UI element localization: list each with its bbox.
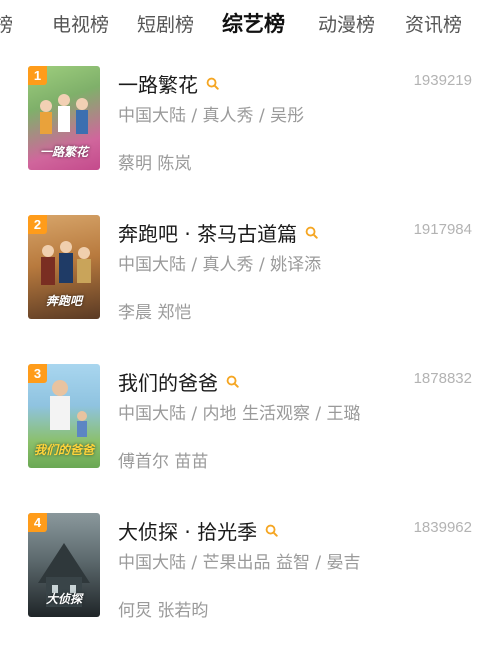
tab-partial[interactable]: 榜	[0, 10, 13, 37]
rank-badge: 4	[28, 513, 47, 532]
category-tabs: 榜 电视榜 短剧榜 综艺榜 动漫榜 资讯榜	[0, 0, 500, 44]
show-title-text: 我们的爸爸	[118, 371, 218, 395]
poster-title: 我们的爸爸	[33, 443, 94, 457]
show-title[interactable]: 奔跑吧 · 茶马古道篇	[118, 218, 318, 247]
tab-tv[interactable]: 电视榜	[52, 10, 109, 37]
rank-badge: 2	[28, 215, 47, 234]
search-icon[interactable]	[206, 77, 219, 90]
tab-news[interactable]: 资讯榜	[405, 10, 462, 37]
poster-image[interactable]: 2 奔跑吧	[28, 215, 100, 319]
poster-image[interactable]: 3 我们的爸爸	[28, 364, 100, 468]
search-icon[interactable]	[226, 375, 239, 388]
show-cast: 李晨 郑恺	[118, 303, 192, 323]
show-cast: 蔡明 陈岚	[118, 154, 192, 174]
show-title-text: 大侦探 · 拾光季	[118, 520, 258, 544]
show-title[interactable]: 我们的爸爸	[118, 367, 239, 396]
popularity-count: 1917984	[413, 221, 472, 238]
poster-title: 一路繁花	[39, 145, 88, 159]
show-title[interactable]: 大侦探 · 拾光季	[118, 516, 278, 545]
show-meta: 中国大陆 / 内地 生活观察 / 王璐	[118, 404, 361, 424]
search-icon[interactable]	[305, 226, 318, 239]
search-icon[interactable]	[265, 524, 278, 537]
show-meta: 中国大陆 / 芒果出品 益智 / 晏吉	[118, 553, 361, 573]
popularity-count: 1878832	[413, 370, 472, 387]
popularity-count: 1939219	[413, 72, 472, 89]
tab-short-drama[interactable]: 短剧榜	[137, 10, 194, 37]
rank-badge: 3	[28, 364, 47, 383]
poster-title: 奔跑吧	[45, 294, 82, 308]
poster-image[interactable]: 4 大侦探	[28, 513, 100, 617]
show-title-text: 奔跑吧 · 茶马古道篇	[118, 222, 298, 246]
list-item[interactable]: 1 一路繁花 一路繁花 1939219 中国大陆 / 真人秀 / 吴彤 蔡明 陈…	[0, 66, 500, 186]
show-meta: 中国大陆 / 真人秀 / 姚译添	[118, 255, 322, 275]
show-title[interactable]: 一路繁花	[118, 69, 219, 98]
tab-anime[interactable]: 动漫榜	[318, 10, 375, 37]
list-item[interactable]: 4 大侦探 大侦探 · 拾光季 1839962 中国大陆 / 芒果出品 益智 /…	[0, 513, 500, 633]
rank-badge: 1	[28, 66, 47, 85]
tab-variety[interactable]: 综艺榜	[222, 8, 285, 38]
show-cast: 何炅 张若昀	[118, 601, 209, 621]
poster-image[interactable]: 1 一路繁花	[28, 66, 100, 170]
popularity-count: 1839962	[413, 519, 472, 536]
list-item[interactable]: 3 我们的爸爸 我们的爸爸 1878832 中国大陆 / 内地 生活观察 / 王…	[0, 364, 500, 484]
list-item[interactable]: 2 奔跑吧 奔跑吧 · 茶马古道篇 1917984 中国大陆 / 真人秀 / 姚…	[0, 215, 500, 335]
poster-title: 大侦探	[45, 592, 82, 606]
show-meta: 中国大陆 / 真人秀 / 吴彤	[118, 106, 305, 126]
show-title-text: 一路繁花	[118, 73, 198, 97]
show-cast: 傅首尔 苗苗	[118, 452, 209, 472]
